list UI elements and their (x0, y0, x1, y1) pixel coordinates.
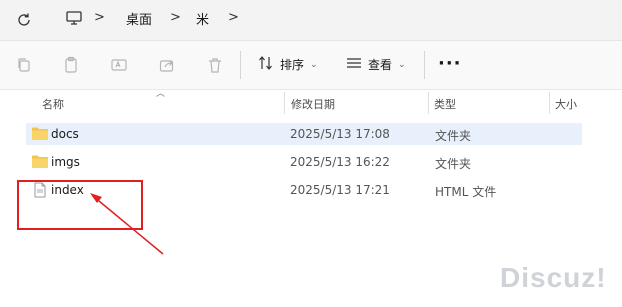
watermark-logo: Discuz! (500, 262, 607, 293)
annotation-arrow (90, 193, 164, 255)
